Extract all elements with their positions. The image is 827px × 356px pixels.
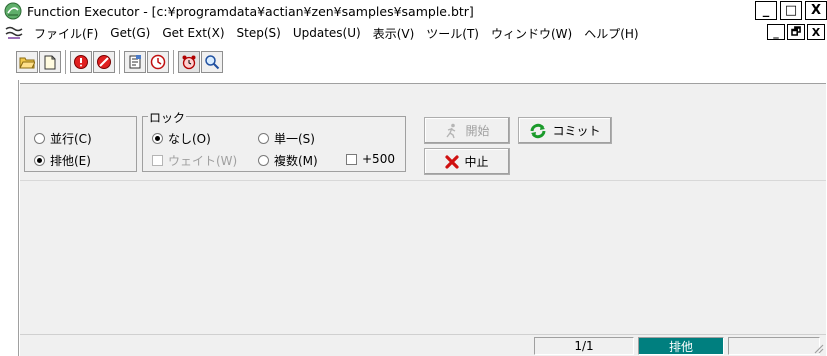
alarm-clock-icon[interactable] bbox=[178, 51, 200, 73]
menu-window[interactable]: ウィンドウ(W) bbox=[485, 25, 578, 42]
menu-tools[interactable]: ツール(T) bbox=[420, 25, 485, 42]
menu-step[interactable]: Step(S) bbox=[231, 26, 287, 40]
window-controls: _ □ X bbox=[755, 1, 827, 20]
commit-button[interactable]: コミット bbox=[518, 117, 612, 144]
concurrent-radio-circle bbox=[34, 133, 45, 144]
properties-icon[interactable] bbox=[124, 51, 146, 73]
lock-multiple-radio[interactable]: 複数(M) bbox=[258, 152, 318, 169]
start-button[interactable]: 開始 bbox=[424, 117, 510, 144]
resize-grip-icon[interactable] bbox=[812, 342, 824, 354]
mdi-restore-button[interactable]: 🗗 bbox=[787, 24, 805, 40]
close-button[interactable]: X bbox=[805, 1, 827, 20]
lock-group-legend: ロック bbox=[148, 109, 187, 126]
lock-none-radio[interactable]: なし(O) bbox=[152, 130, 211, 147]
plus500-checkbox[interactable]: +500 bbox=[346, 152, 395, 166]
record-position: 1/1 bbox=[534, 337, 634, 355]
lock-multiple-radio-circle bbox=[258, 155, 269, 166]
search-icon[interactable] bbox=[201, 51, 223, 73]
concurrent-label: 並行(C) bbox=[50, 132, 92, 146]
menu-get-ext[interactable]: Get Ext(X) bbox=[156, 26, 230, 40]
menu-updates[interactable]: Updates(U) bbox=[287, 26, 367, 40]
lock-wait-label: ウェイト(W) bbox=[168, 154, 238, 168]
lock-mode-indicator: 排他 bbox=[638, 337, 724, 355]
status-empty-cell bbox=[728, 337, 820, 355]
commit-label: コミット bbox=[552, 124, 601, 138]
toolbar-separator bbox=[173, 50, 175, 74]
exclusive-radio[interactable]: 排他(E) bbox=[34, 152, 91, 169]
options-panel: 並行(C) 排他(E) ロック なし(O) 単一(S) ウェイト(W) 複数(M… bbox=[20, 83, 826, 180]
toolbar-separator bbox=[119, 50, 121, 74]
stop-icon[interactable] bbox=[93, 51, 115, 73]
exclusive-label: 排他(E) bbox=[50, 154, 91, 168]
lock-multiple-label: 複数(M) bbox=[274, 154, 318, 168]
plus500-label: +500 bbox=[362, 152, 395, 166]
start-label: 開始 bbox=[465, 124, 490, 138]
plus500-checkbox-box bbox=[346, 153, 357, 165]
exclusive-radio-circle bbox=[34, 155, 45, 166]
window-title: Function Executor - [c:¥programdata¥acti… bbox=[27, 3, 474, 19]
x-mark-icon bbox=[445, 154, 460, 169]
menu-get[interactable]: Get(G) bbox=[104, 26, 156, 40]
maximize-button[interactable]: □ bbox=[780, 1, 802, 20]
app-icon bbox=[4, 2, 22, 20]
lock-single-radio[interactable]: 単一(S) bbox=[258, 130, 315, 147]
open-folder-icon[interactable] bbox=[16, 51, 38, 73]
title-bar[interactable]: Function Executor - [c:¥programdata¥acti… bbox=[0, 0, 827, 22]
output-area bbox=[20, 180, 826, 334]
refresh-icon bbox=[529, 123, 547, 139]
minimize-button[interactable]: _ bbox=[755, 1, 777, 20]
menu-view[interactable]: 表示(V) bbox=[367, 25, 421, 42]
lock-wait-checkbox-box bbox=[152, 155, 163, 166]
abort-button[interactable]: 中止 bbox=[424, 148, 510, 175]
mdi-minimize-button[interactable]: _ bbox=[767, 24, 785, 40]
lock-single-radio-circle bbox=[258, 133, 269, 144]
mdi-close-button[interactable]: X bbox=[807, 24, 825, 40]
menu-help[interactable]: ヘルプ(H) bbox=[578, 25, 644, 42]
start-icon bbox=[444, 123, 460, 139]
lock-none-radio-circle bbox=[152, 133, 163, 144]
concurrent-radio[interactable]: 並行(C) bbox=[34, 130, 92, 147]
lock-single-label: 単一(S) bbox=[274, 132, 315, 146]
lock-none-label: なし(O) bbox=[168, 132, 211, 146]
timer-icon[interactable] bbox=[147, 51, 169, 73]
document-menu-icon[interactable] bbox=[4, 25, 24, 41]
toolbar-separator bbox=[65, 50, 67, 74]
toolbar bbox=[16, 48, 224, 76]
reset-icon[interactable] bbox=[70, 51, 92, 73]
lock-wait-checkbox[interactable]: ウェイト(W) bbox=[152, 152, 237, 169]
new-file-icon[interactable] bbox=[39, 51, 61, 73]
function-executor-window: Function Executor - [c:¥programdata¥acti… bbox=[0, 0, 827, 356]
status-bar: 1/1 排他 bbox=[20, 334, 826, 356]
abort-label: 中止 bbox=[464, 155, 489, 169]
menu-file[interactable]: ファイル(F) bbox=[28, 25, 104, 42]
mdi-controls: _ 🗗 X bbox=[767, 24, 825, 40]
menu-bar: ファイル(F) Get(G) Get Ext(X) Step(S) Update… bbox=[0, 22, 827, 44]
